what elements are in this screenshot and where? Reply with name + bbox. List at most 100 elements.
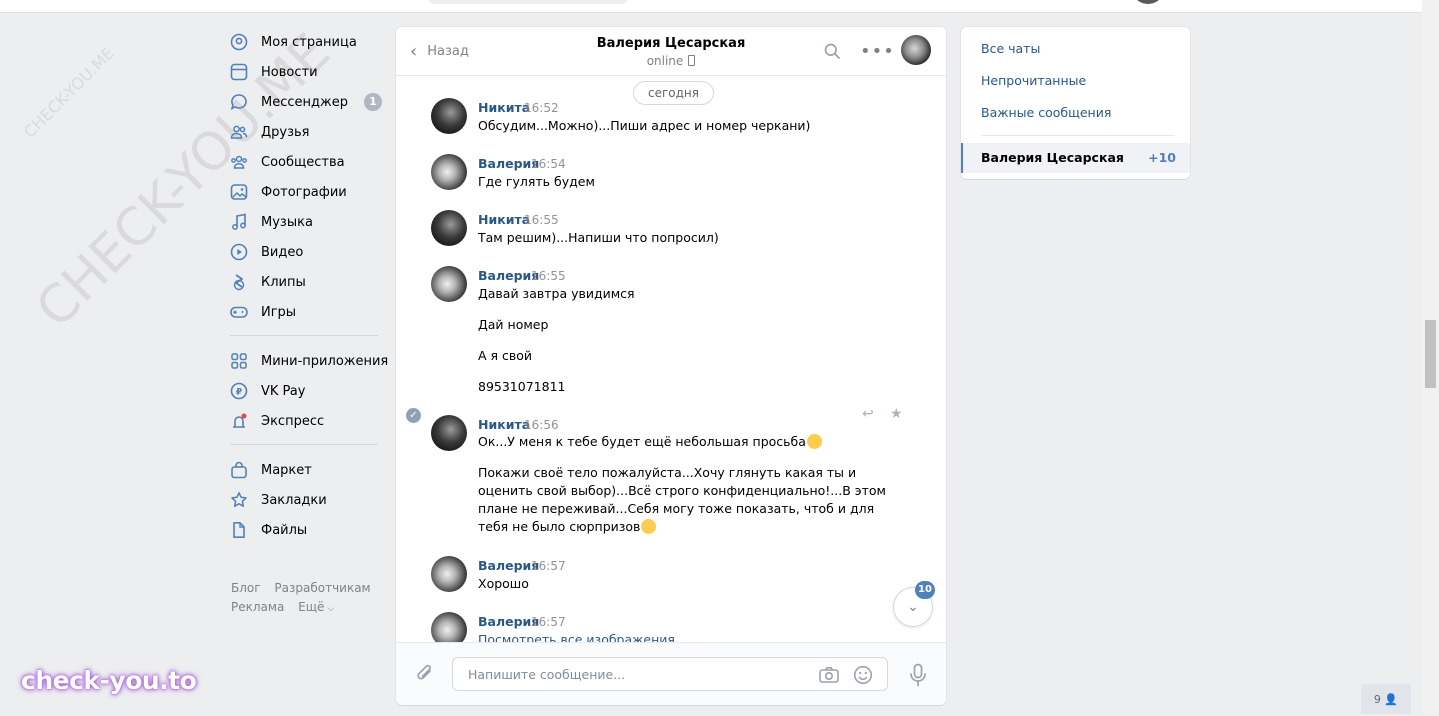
camera-icon[interactable] <box>819 666 839 684</box>
avatar[interactable] <box>431 210 467 246</box>
menu-item-video[interactable]: Видео <box>230 240 390 264</box>
bookmarks-icon <box>230 491 248 509</box>
paperclip-icon[interactable] <box>414 663 436 685</box>
emoji-icon[interactable] <box>853 665 873 685</box>
scrollbar-thumb[interactable] <box>1425 320 1436 388</box>
menu-label: VK Pay <box>261 383 306 399</box>
avatar[interactable] <box>431 266 467 302</box>
menu-label: Видео <box>261 244 304 260</box>
filter-all-chats[interactable]: Все чаты <box>981 41 1040 56</box>
message-author[interactable]: Никита <box>478 417 530 432</box>
message-time[interactable]: 16:54 <box>531 157 566 171</box>
avatar[interactable] <box>431 154 467 190</box>
menu-label: Друзья <box>261 124 310 140</box>
menu-item-communities[interactable]: Сообщества <box>230 150 390 174</box>
search-icon[interactable] <box>824 43 840 59</box>
games-icon <box>230 303 248 321</box>
menu-item-mini-apps[interactable]: Мини-приложения <box>230 349 390 373</box>
menu-label: Мессенджер <box>261 94 348 110</box>
status-text: online <box>646 54 684 68</box>
star-icon[interactable]: ★ <box>890 406 903 422</box>
avatar[interactable] <box>431 415 467 451</box>
message-author[interactable]: Никита <box>478 100 530 115</box>
more-options-icon[interactable]: ••• <box>860 41 895 62</box>
menu-label: Фотографии <box>261 184 347 200</box>
menu-item-bookmarks[interactable]: Закладки <box>230 488 390 512</box>
menu-item-games[interactable]: Игры <box>230 300 390 324</box>
menu-item-my-page[interactable]: Моя страница <box>230 30 390 54</box>
avatar[interactable] <box>431 98 467 134</box>
watermark-small: CHECK-YOU.ME <box>20 43 118 142</box>
message-input[interactable] <box>466 666 810 683</box>
photos-icon <box>230 183 248 201</box>
menu-item-friends[interactable]: Друзья <box>230 120 390 144</box>
active-chat-item[interactable]: Валерия Цесарская +10 <box>961 143 1190 173</box>
message-text: плане не переживай...Себя могу тоже пока… <box>478 501 875 516</box>
menu-label: Сообщества <box>261 154 345 170</box>
menu-item-messenger[interactable]: Мессенджер 1 <box>230 90 390 114</box>
flushed-emoji-icon <box>641 519 657 534</box>
reply-icon[interactable]: ↩ <box>862 406 874 422</box>
menu-item-express[interactable]: Экспресс <box>230 409 390 433</box>
top-search-input[interactable] <box>428 0 628 4</box>
footer-link-more[interactable]: Ещё ⌵ <box>298 600 334 614</box>
top-avatar[interactable] <box>1134 0 1162 4</box>
top-bar <box>0 0 1422 13</box>
footer-link-blog[interactable]: Блог <box>231 581 261 595</box>
online-friends-counter[interactable]: 9 👤 <box>1361 684 1411 714</box>
unread-count-badge: 10 <box>915 581 935 599</box>
menu-label: Мини-приложения <box>261 353 389 369</box>
filter-important[interactable]: Важные сообщения <box>981 105 1111 120</box>
active-chat-count: +10 <box>1148 150 1176 165</box>
message-time[interactable]: 16:55 <box>524 213 559 227</box>
chevron-down-icon: ⌄ <box>907 599 919 615</box>
message-time[interactable]: 16:52 <box>524 101 559 115</box>
message-time[interactable]: 16:55 <box>531 269 566 283</box>
chevron-down-icon: ⌵ <box>327 604 335 614</box>
menu-item-photos[interactable]: Фотографии <box>230 180 390 204</box>
selected-check-icon[interactable]: ✓ <box>406 408 421 423</box>
friends-icon <box>230 123 248 141</box>
message-input-box[interactable] <box>452 657 888 691</box>
menu-label: Маркет <box>261 462 312 478</box>
active-chat-name: Валерия Цесарская <box>981 150 1124 165</box>
menu-item-market[interactable]: Маркет <box>230 458 390 482</box>
menu-label: Файлы <box>261 522 308 538</box>
chat-filter-panel: Все чаты Непрочитанные Важные сообщения … <box>961 27 1190 179</box>
menu-item-clips[interactable]: Клипы <box>230 270 390 294</box>
filter-unread[interactable]: Непрочитанные <box>981 73 1086 88</box>
contact-avatar[interactable] <box>901 35 931 65</box>
message-time[interactable]: 16:56 <box>524 418 559 432</box>
menu-item-music[interactable]: Музыка <box>230 210 390 234</box>
menu-label: Моя страница <box>261 34 357 50</box>
menu-divider <box>230 335 378 336</box>
menu-item-files[interactable]: Файлы <box>230 518 390 542</box>
avatar[interactable] <box>431 612 467 642</box>
message-text: Обсудим...Можно)...Пиши адрес и номер че… <box>478 118 811 133</box>
message-time[interactable]: 16:57 <box>531 615 566 629</box>
message-author[interactable]: Никита <box>478 212 530 227</box>
footer-link-developers[interactable]: Разработчикам <box>274 581 370 595</box>
avatar[interactable] <box>431 556 467 592</box>
message-text: оценить свой выбор)...Всё строго конфиде… <box>478 483 886 498</box>
microphone-icon[interactable] <box>908 663 928 687</box>
chat-window: ‹ Назад Валерия Цесарская online ••• сег… <box>396 27 946 705</box>
panel-divider <box>981 135 1175 136</box>
message-text-selected[interactable]: 89531071811 <box>478 379 565 394</box>
message-text: Где гулять будем <box>478 174 595 189</box>
message-text: Давай завтра увидимся <box>478 286 635 301</box>
message-text: тебя не было сюрпризов <box>478 519 641 534</box>
watermark-logo: check-you.to <box>21 666 197 695</box>
online-count: 9 <box>1373 693 1381 706</box>
menu-item-vk-pay[interactable]: ₽ VK Pay <box>230 379 390 403</box>
messenger-unread-badge: 1 <box>364 93 382 111</box>
message-time[interactable]: 16:57 <box>531 559 566 573</box>
message-history[interactable]: сегодня Никита 16:52 Обсудим...Можно)...… <box>396 75 946 642</box>
communities-icon <box>230 153 248 171</box>
view-all-images-link[interactable]: Посмотреть все изображения <box>478 632 675 642</box>
footer-link-ads[interactable]: Реклама <box>231 600 284 614</box>
music-icon <box>230 213 248 231</box>
user-icon: 👤 <box>1384 693 1399 706</box>
menu-item-news[interactable]: Новости <box>230 60 390 84</box>
express-icon <box>230 412 248 430</box>
